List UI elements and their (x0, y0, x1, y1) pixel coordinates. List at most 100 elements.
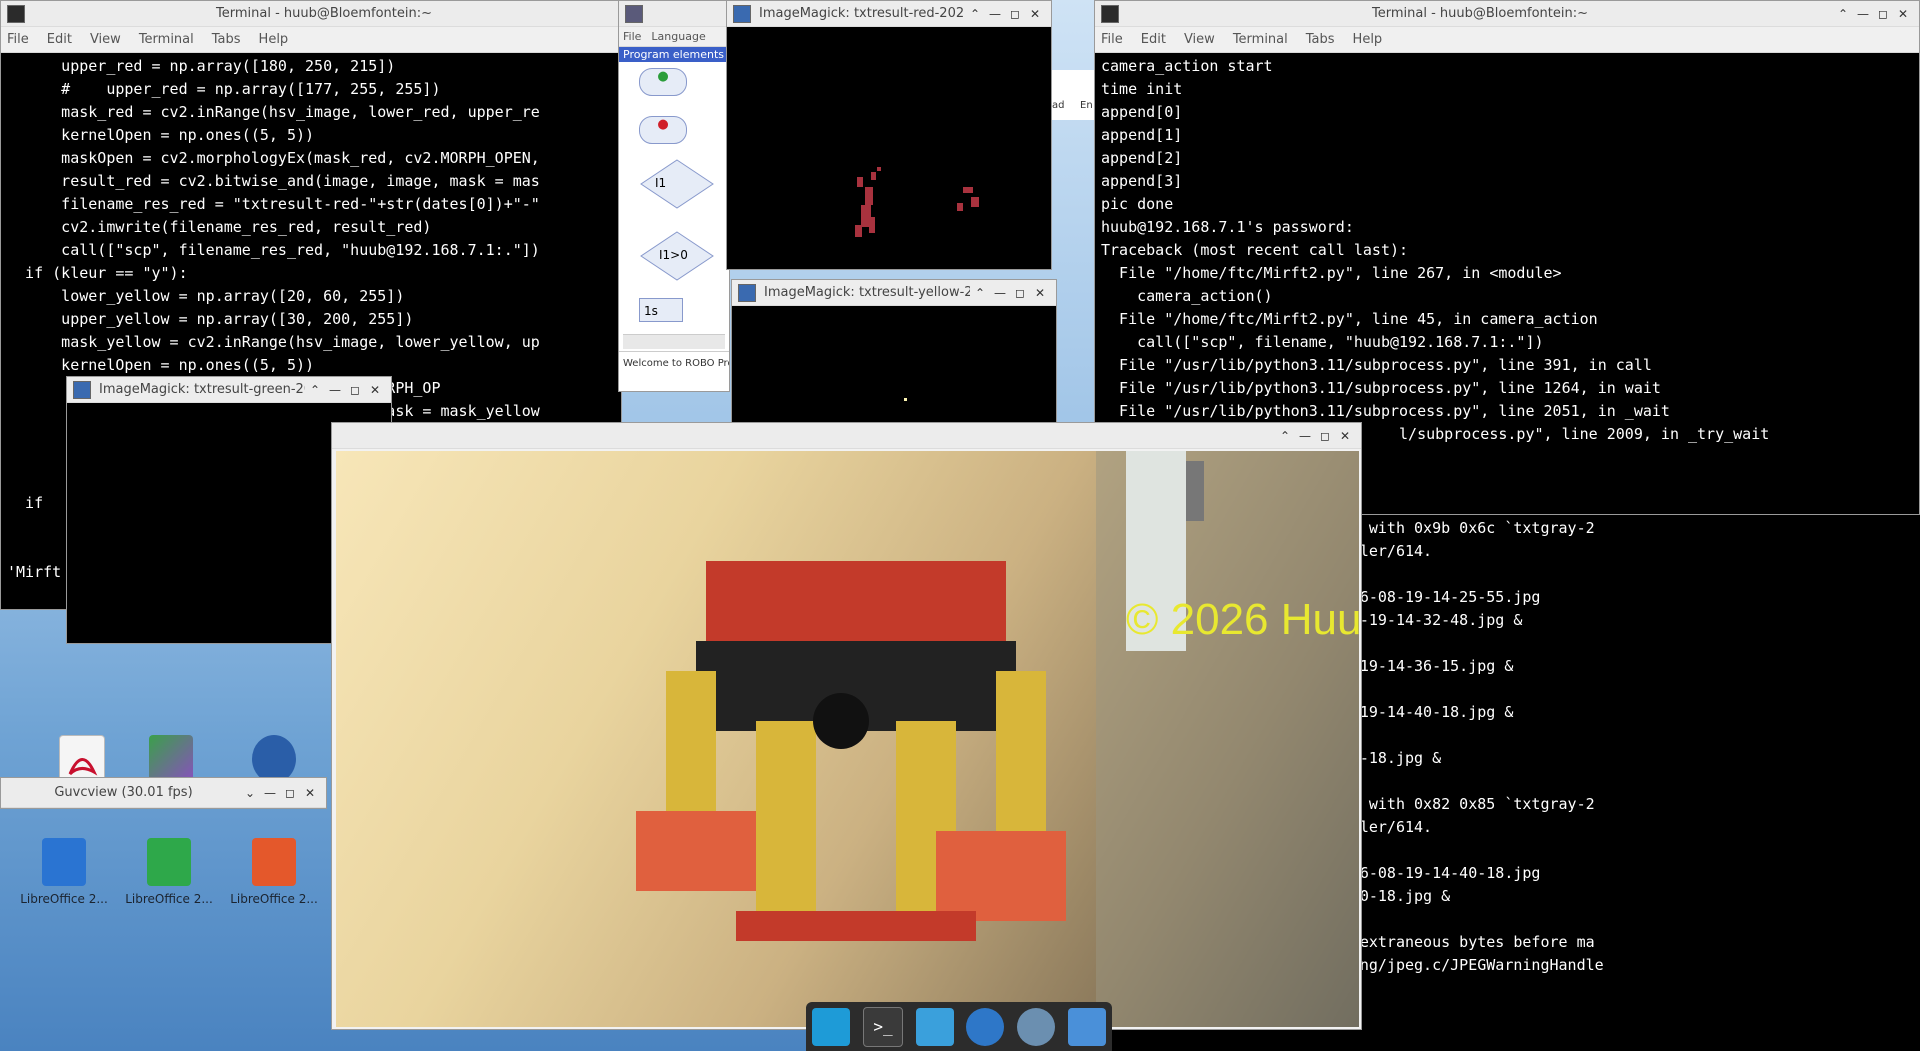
title-bar[interactable] (619, 1, 729, 27)
horizontal-scrollbar[interactable] (623, 334, 725, 349)
shade-button[interactable]: ⌃ (1275, 429, 1295, 443)
terminal-line: camera_action start (1101, 57, 1273, 75)
file-cabinet-icon[interactable] (915, 1007, 954, 1046)
side-text-2: En (1080, 100, 1093, 111)
menu-help[interactable]: Help (259, 32, 289, 47)
shade-button[interactable]: ⌃ (965, 7, 985, 21)
menu-tabs[interactable]: Tabs (1306, 32, 1335, 47)
title-bar[interactable]: Guvcview (30.01 fps) ⌄ — ◻ ✕ (1, 778, 326, 808)
menu-tabs[interactable]: Tabs (212, 32, 241, 47)
minimize-button[interactable]: — (990, 286, 1010, 300)
robot-body (636, 561, 1066, 941)
menu-bar: File Edit View Terminal Tabs Help (1095, 27, 1919, 53)
close-button[interactable]: ✕ (1025, 7, 1045, 21)
menu-edit[interactable]: Edit (47, 32, 72, 47)
robo-pro-icon (625, 4, 643, 23)
maximize-button[interactable]: ◻ (345, 383, 365, 397)
folder-icon[interactable] (1067, 1007, 1106, 1046)
branch-input-label: I1 (655, 176, 667, 190)
window-title: ImageMagick: txtresult-yellow-20 (764, 285, 970, 300)
title-bar[interactable]: Terminal - huub@Bloemfontein:~ (1, 1, 621, 27)
robo-side-strip: ad En (1048, 70, 1094, 120)
feather-icon (252, 735, 296, 783)
close-button[interactable]: ✕ (300, 786, 320, 800)
menu-bar: File Edit View Terminal Tabs Help (1, 27, 621, 53)
minimize-button[interactable]: — (325, 383, 345, 397)
maximize-button[interactable]: ◻ (1873, 7, 1893, 21)
menu-terminal[interactable]: Terminal (139, 32, 194, 47)
terminal-line: Traceback (most recent call last): (1101, 241, 1409, 259)
web-browser-icon[interactable] (966, 1007, 1005, 1046)
maximize-button[interactable]: ◻ (1010, 286, 1030, 300)
window-title: ImageMagick: txtresult-green-20 (99, 382, 305, 397)
shade-button[interactable]: ⌃ (970, 286, 990, 300)
robo-pro-window[interactable]: File Language Program elements ● ● I1 I1… (618, 0, 730, 392)
terminal-icon[interactable]: >_ (862, 1006, 903, 1047)
maximize-button[interactable]: ◻ (280, 786, 300, 800)
close-button[interactable]: ✕ (1335, 429, 1355, 443)
panel-label: Program elements (619, 47, 729, 62)
maximize-button[interactable]: ◻ (1005, 7, 1025, 21)
close-button[interactable]: ✕ (1030, 286, 1050, 300)
menu-file[interactable]: File (7, 32, 29, 47)
start-element[interactable]: ● (639, 68, 687, 96)
title-bar[interactable]: ImageMagick: txtresult-green-20 ⌃ — ◻ ✕ (67, 377, 391, 403)
shade-button[interactable]: ⌃ (305, 383, 325, 397)
terminal-line: kernelOpen = np.ones((5, 5)) (7, 356, 315, 374)
search-icon[interactable] (1016, 1007, 1055, 1046)
end-element[interactable]: ● (639, 116, 687, 144)
title-bar[interactable]: Terminal - huub@Bloemfontein:~ ⌃ — ◻ ✕ (1095, 1, 1919, 27)
imagemagick-red-window[interactable]: ImageMagick: txtresult-red-2026- ⌃ — ◻ ✕ (726, 0, 1052, 270)
terminal-line: result_red = cv2.bitwise_and(image, imag… (7, 172, 540, 190)
menu-view[interactable]: View (90, 32, 121, 47)
terminal-line: huub@192.168.7.1's password: (1101, 218, 1354, 236)
desktop-icon-label: LibreOffice 2... (125, 892, 213, 906)
title-bar[interactable]: ImageMagick: txtresult-red-2026- ⌃ — ◻ ✕ (727, 1, 1051, 27)
title-bar[interactable]: ⌃ — ◻ ✕ (332, 423, 1361, 449)
minimize-button[interactable]: ⌃ (1833, 7, 1853, 21)
terminal-line: camera_action() (1101, 287, 1273, 305)
minimize-button[interactable]: — (260, 786, 280, 800)
calc-icon (147, 838, 191, 886)
terminal-line: mask_yellow = cv2.inRange(hsv_image, low… (7, 333, 540, 351)
terminal-line: # upper_red = np.array([177, 255, 255]) (7, 80, 441, 98)
robot-scene (636, 451, 1359, 1027)
terminal-line: append[1] (1101, 126, 1183, 144)
terminal-line: File "/home/ftc/Mirft2.py", line 45, in … (1101, 310, 1598, 328)
guvcview-controls-window[interactable]: Guvcview (30.01 fps) ⌄ — ◻ ✕ (0, 777, 327, 809)
window-title: Terminal - huub@Bloemfontein:~ (1372, 6, 1588, 21)
terminal-icon (7, 4, 25, 23)
camera-frame: © 2026 Huub van Niekerk (336, 451, 1359, 1027)
window-title: ImageMagick: txtresult-red-2026- (759, 6, 965, 21)
chevron-down-icon[interactable]: ⌄ (240, 786, 260, 800)
menu-edit[interactable]: Edit (1141, 32, 1166, 47)
close-button[interactable]: ✕ (365, 383, 385, 397)
menu-terminal[interactable]: Terminal (1233, 32, 1288, 47)
terminal-line: File "/usr/lib/python3.11/subprocess.py"… (1101, 379, 1661, 397)
branch-input-element[interactable] (639, 158, 715, 210)
close-button[interactable]: ✕ (1893, 7, 1913, 21)
desktop-icon-calc[interactable]: LibreOffice 2... (125, 838, 213, 906)
menu-help[interactable]: Help (1353, 32, 1383, 47)
menu-view[interactable]: View (1184, 32, 1215, 47)
minimize-button[interactable]: — (985, 7, 1005, 21)
desktop-icon-impress[interactable]: LibreOffice 2... (230, 838, 318, 906)
menu-file[interactable]: File (623, 30, 641, 43)
show-desktop-icon[interactable] (812, 1007, 851, 1046)
maximize-button[interactable]: ◻ (1315, 429, 1335, 443)
desktop-icon-writer[interactable]: LibreOffice 2... (20, 838, 108, 906)
program-elements-panel: ● ● I1 I1>0 1s (619, 62, 729, 332)
title-bar[interactable]: ImageMagick: txtresult-yellow-20 ⌃ — ◻ ✕ (732, 280, 1056, 306)
minimize-button[interactable]: — (1295, 429, 1315, 443)
camera-video-window[interactable]: ⌃ — ◻ ✕ © 2026 Huub van Niekerk (331, 422, 1362, 1030)
minimize-button-2[interactable]: — (1853, 7, 1873, 21)
menu-file[interactable]: File (1101, 32, 1123, 47)
menu-language[interactable]: Language (651, 30, 705, 43)
dock: >_ (806, 1002, 1112, 1051)
imagemagick-icon (738, 283, 756, 302)
wait-element[interactable]: 1s (639, 298, 683, 322)
writer-icon (42, 838, 86, 886)
terminal-line: call(["scp", filename_res_red, "huub@192… (7, 241, 540, 259)
terminal-line: call(["scp", filename, "huub@192.168.7.1… (1101, 333, 1544, 351)
terminal-line: if (kleur == "y"): (7, 264, 188, 282)
